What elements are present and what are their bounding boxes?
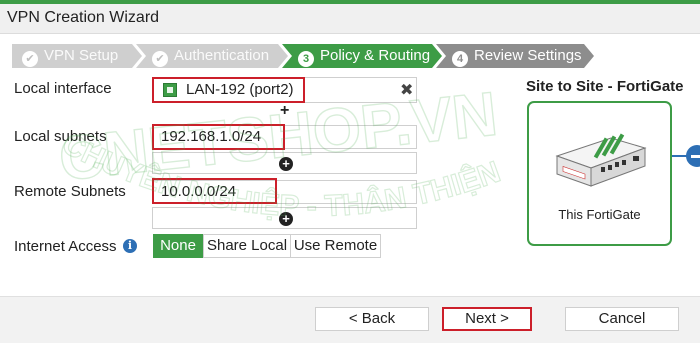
step-label: Policy & Routing [320,47,431,64]
window-titlebar: VPN Creation Wizard [0,4,700,34]
add-subnet-icon[interactable]: + [279,157,293,171]
add-subnet-icon[interactable]: + [279,212,293,226]
wizard-steps: ✔ VPN Setup ✔ Authentication 3 Policy & Rou… [12,44,582,68]
next-button[interactable]: Next > [442,307,532,331]
internet-access-share-local[interactable]: Share Local [203,234,291,258]
check-icon: ✔ [152,51,168,67]
remove-icon[interactable]: ✖ [400,80,413,100]
step-label: VPN Setup [44,47,119,64]
local-subnets-label: Local subnets [14,128,107,145]
local-subnet-value: 192.168.1.0/24 [161,128,262,145]
cancel-button[interactable]: Cancel [565,307,679,331]
topology-title: Site to Site - FortiGate [526,78,684,95]
back-button[interactable]: < Back [315,307,429,331]
local-interface-label: Local interface [14,80,112,97]
step-vpn-setup[interactable]: ✔ VPN Setup [12,44,142,68]
step-number-icon: 3 [298,51,314,67]
remote-subnet-value: 10.0.0.0/24 [161,183,237,200]
check-icon: ✔ [22,51,38,67]
internet-access-none[interactable]: None [153,234,203,258]
internet-access-label: Internet Access [14,238,117,255]
remote-subnets-label: Remote Subnets [14,183,126,200]
step-policy-routing[interactable]: 3 Policy & Routing [282,44,442,68]
fortigate-device-icon [555,133,647,187]
info-icon[interactable]: i [123,239,137,253]
step-review-settings[interactable]: 4 Review Settings [436,44,594,68]
step-label: Authentication [174,47,270,64]
add-interface-icon[interactable]: + [280,103,289,119]
step-authentication[interactable]: ✔ Authentication [136,44,288,68]
remote-node-icon [686,145,700,167]
device-label: This FortiGate [558,207,641,222]
step-number-icon: 4 [452,51,468,67]
local-interface-value: LAN-192 (port2) [186,81,294,98]
step-label: Review Settings [474,47,582,64]
internet-access-use-remote[interactable]: Use Remote [290,234,381,258]
port-icon [163,83,177,97]
window-title: VPN Creation Wizard [7,9,160,26]
